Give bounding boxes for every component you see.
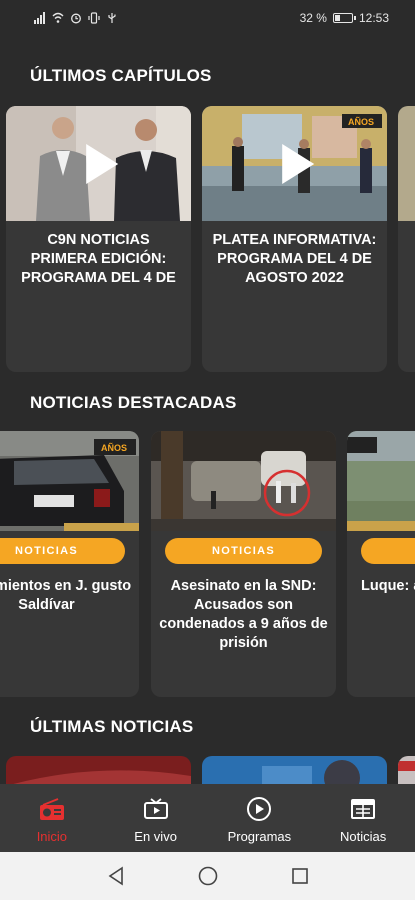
news-thumbnail[interactable]: AÑOS — [0, 431, 139, 531]
news-title: Luque: asaltaro — [361, 578, 415, 594]
recents-button[interactable] — [289, 865, 311, 887]
home-button[interactable] — [197, 865, 219, 887]
battery-percent: 32 % — [299, 11, 327, 25]
news-card[interactable]: NOTICIAS Asesinato en la SND: Acusados s… — [151, 431, 336, 697]
latest-news-card[interactable] — [398, 756, 415, 784]
featured-carousel[interactable]: AÑOS NOTICIAS llanamientos en J. gusto S… — [0, 431, 415, 697]
nav-item-en-vivo[interactable]: En vivo — [104, 784, 208, 852]
car-image: AÑOS — [0, 431, 139, 531]
news-thumbnail — [6, 756, 191, 784]
bottom-navigation: Inicio En vivo Programas Noticias — [0, 784, 415, 852]
nav-item-noticias[interactable]: Noticias — [311, 784, 415, 852]
studio-image — [398, 106, 415, 221]
latest-news-card[interactable] — [202, 756, 387, 784]
episode-title: C9N NOTICIAS PRIMERA EDICIÓN: PROGRAMA D… — [21, 232, 176, 286]
vibrate-icon — [88, 12, 100, 24]
episode-card[interactable] — [398, 106, 415, 372]
episode-thumbnail[interactable] — [6, 106, 191, 221]
episode-card[interactable]: C9N NOTICIAS PRIMERA EDICIÓN: PROGRAMA D… — [6, 106, 191, 372]
episode-title: PLATEA INFORMATIVA: PROGRAMA DEL 4 DE AG… — [212, 232, 377, 286]
nav-label: Noticias — [340, 829, 387, 844]
news-thumbnail — [398, 756, 415, 784]
latest-carousel[interactable] — [0, 756, 415, 784]
tv-icon — [143, 796, 169, 822]
home-circle-icon — [198, 866, 217, 886]
alarm-icon — [71, 13, 81, 24]
clock: 12:53 — [358, 11, 389, 25]
street-image — [151, 431, 336, 531]
news-card[interactable]: AÑOS NOTICIAS llanamientos en J. gusto S… — [0, 431, 139, 697]
nav-label: Programas — [227, 829, 292, 844]
status-icons-left — [34, 12, 118, 24]
recents-square-icon — [291, 868, 308, 884]
news-title: llanamientos en J. gusto Saldívar — [0, 578, 132, 613]
nav-label: Inicio — [36, 829, 68, 844]
play-circle-icon — [246, 796, 272, 822]
logo-text: AÑOS — [101, 443, 127, 453]
app-screen: 32 % 12:53 ÚLTIMOS CAPÍTULOS C9N NOTICIA… — [0, 0, 415, 900]
logo-text: AÑOS — [348, 117, 374, 127]
latest-news-card[interactable] — [6, 756, 191, 784]
back-button[interactable] — [105, 865, 127, 887]
status-icons-right: 32 % 12:53 — [300, 11, 389, 25]
signal-icon — [34, 12, 45, 24]
nav-item-programas[interactable]: Programas — [208, 784, 312, 852]
news-thumbnail[interactable] — [347, 431, 415, 531]
news-card[interactable]: N Luque: asaltaro — [347, 431, 415, 697]
status-bar: 32 % 12:53 — [0, 0, 415, 36]
section-title-latest: ÚLTIMAS NOTICIAS — [30, 717, 194, 736]
episode-thumbnail[interactable] — [398, 106, 415, 221]
news-thumbnail — [202, 756, 387, 784]
episodes-carousel[interactable]: C9N NOTICIAS PRIMERA EDICIÓN: PROGRAMA D… — [0, 106, 415, 372]
section-title-featured: NOTICIAS DESTACADAS — [30, 393, 237, 412]
category-badge: NOTICIAS — [0, 538, 125, 564]
category-badge: N — [361, 538, 415, 564]
street-image — [347, 431, 415, 531]
system-navigation-bar — [0, 852, 415, 900]
episode-card[interactable]: AÑOS PLATEA INFORMATIVA: PROGRAMA DEL 4 … — [202, 106, 387, 372]
play-icon[interactable] — [281, 143, 314, 184]
news-title: Asesinato en la SND: Acusados son conden… — [159, 578, 328, 651]
usb-icon — [108, 13, 116, 23]
battery-icon — [332, 13, 356, 23]
category-badge: NOTICIAS — [165, 538, 322, 564]
play-icon[interactable] — [85, 143, 118, 184]
radio-icon — [39, 796, 65, 822]
battery-fill — [334, 15, 340, 21]
section-title-episodes: ÚLTIMOS CAPÍTULOS — [30, 66, 212, 85]
back-triangle-icon — [108, 866, 123, 886]
news-thumbnail[interactable] — [151, 431, 336, 531]
nav-label: En vivo — [134, 829, 177, 844]
episode-thumbnail[interactable]: AÑOS — [202, 106, 387, 221]
nav-item-inicio[interactable]: Inicio — [0, 784, 104, 852]
wifi-icon — [52, 12, 64, 23]
newspaper-icon — [350, 796, 376, 822]
